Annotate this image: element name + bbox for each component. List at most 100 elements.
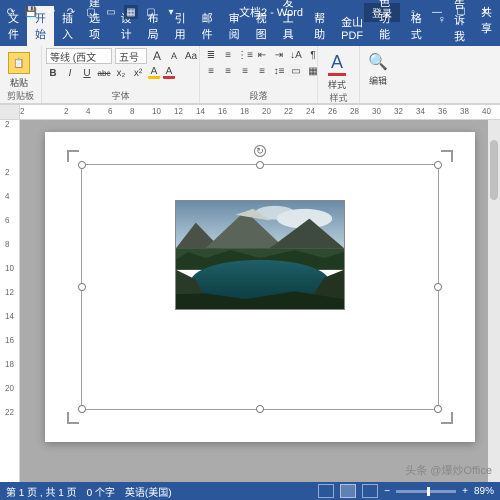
watermark: 头条 @爆炒Office bbox=[405, 462, 492, 478]
undo-icon[interactable]: ↶ bbox=[44, 5, 58, 19]
ribbon: 📋 粘贴 剪贴板 等线 (西文 五号 A A Aa B I U abc bbox=[0, 46, 500, 104]
share-button[interactable]: 共享 bbox=[481, 4, 492, 36]
tab-review[interactable]: 审阅 bbox=[221, 6, 248, 46]
superscript-button[interactable]: x² bbox=[131, 66, 145, 80]
styles-icon: A bbox=[328, 52, 346, 76]
group-editing: 🔍 编辑 bbox=[360, 46, 396, 103]
paste-label: 粘贴 bbox=[10, 76, 28, 89]
group-styles: A 样式 样式 bbox=[318, 46, 360, 103]
align-left-icon[interactable]: ≡ bbox=[204, 64, 218, 78]
zoom-out-icon[interactable]: − bbox=[384, 486, 390, 497]
underline-button[interactable]: U bbox=[80, 66, 94, 80]
print-layout-icon[interactable] bbox=[340, 484, 356, 498]
print-icon[interactable]: ▢ bbox=[144, 5, 158, 19]
save-icon[interactable]: 💾 bbox=[24, 5, 38, 19]
tell-me-icon: ♀ bbox=[438, 14, 446, 26]
word-count[interactable]: 0 个字 bbox=[87, 484, 115, 499]
resize-handle[interactable] bbox=[434, 161, 442, 169]
styles-label: 样式 bbox=[328, 78, 346, 91]
rotate-handle-icon[interactable]: ↻ bbox=[254, 145, 266, 157]
editing-label: 编辑 bbox=[369, 74, 387, 87]
tab-format[interactable]: 格式 bbox=[403, 6, 430, 46]
vertical-scrollbar[interactable] bbox=[488, 120, 500, 482]
align-center-icon[interactable]: ≡ bbox=[221, 64, 235, 78]
scrollbar-thumb[interactable] bbox=[490, 140, 498, 200]
tab-view[interactable]: 视图 bbox=[248, 6, 275, 46]
shading-icon[interactable]: ▭ bbox=[289, 64, 303, 78]
shrink-font-icon[interactable]: A bbox=[167, 49, 181, 63]
margin-corner-icon bbox=[67, 150, 79, 162]
resize-handle[interactable] bbox=[78, 161, 86, 169]
group-font: 等线 (西文 五号 A A Aa B I U abc x₂ x² A A bbox=[42, 46, 200, 103]
margin-corner-icon bbox=[441, 412, 453, 424]
italic-button[interactable]: I bbox=[63, 66, 77, 80]
ribbon-tabs: 文件 开始 插入 新建选项 设计 布局 引用 邮件 审阅 视图 开发工具 帮助 … bbox=[0, 24, 500, 46]
multilevel-icon[interactable]: ⋮≡ bbox=[238, 48, 252, 62]
redo-icon[interactable]: ↷ bbox=[64, 5, 78, 19]
font-group-label: 字体 bbox=[46, 89, 195, 103]
margin-corner-icon bbox=[67, 412, 79, 424]
font-color-icon[interactable]: A bbox=[163, 67, 175, 79]
quick-access-toolbar: ⟳ 💾 ↶ ↷ ▢ ▭ ▦ ▢ ▾ bbox=[4, 5, 178, 19]
tab-help[interactable]: 帮助 bbox=[306, 6, 333, 46]
ruler-vertical[interactable]: 2246810121416182022 bbox=[0, 120, 20, 482]
paste-button[interactable]: 📋 粘贴 bbox=[4, 48, 34, 89]
tab-wps-pdf[interactable]: 金山PDF bbox=[333, 10, 371, 46]
resize-handle[interactable] bbox=[434, 283, 442, 291]
resize-handle[interactable] bbox=[78, 283, 86, 291]
resize-handle[interactable] bbox=[256, 161, 264, 169]
resize-handle[interactable] bbox=[78, 405, 86, 413]
zoom-in-icon[interactable]: + bbox=[462, 486, 468, 497]
font-name-select[interactable]: 等线 (西文 bbox=[46, 48, 112, 64]
editing-group-label bbox=[364, 102, 392, 103]
numbering-icon[interactable]: ≡ bbox=[221, 48, 235, 62]
strike-button[interactable]: abc bbox=[97, 66, 111, 80]
decrease-indent-icon[interactable]: ⇤ bbox=[255, 48, 269, 62]
bold-button[interactable]: B bbox=[46, 66, 60, 80]
sort-icon[interactable]: ↓A bbox=[289, 48, 303, 62]
bullets-icon[interactable]: ≣ bbox=[204, 48, 218, 62]
clipboard-label: 剪贴板 bbox=[4, 89, 37, 103]
page-indicator[interactable]: 第 1 页 , 共 1 页 bbox=[6, 484, 77, 499]
change-case-icon[interactable]: Aa bbox=[184, 49, 198, 63]
align-right-icon[interactable]: ≡ bbox=[238, 64, 252, 78]
page: ↻ bbox=[45, 132, 475, 442]
highlight-color-icon[interactable]: A bbox=[148, 67, 160, 79]
tell-me[interactable]: 告诉我 bbox=[454, 0, 465, 44]
touch-mode-icon[interactable]: ▦ bbox=[124, 5, 138, 19]
grow-font-icon[interactable]: A bbox=[150, 49, 164, 63]
inserted-image[interactable] bbox=[175, 200, 345, 310]
ruler-horizontal[interactable]: 2246810121416182022242628303234363840 bbox=[0, 104, 500, 120]
justify-icon[interactable]: ≡ bbox=[255, 64, 269, 78]
new-icon[interactable]: ▢ bbox=[84, 5, 98, 19]
document-canvas[interactable]: ↻ bbox=[20, 120, 500, 482]
paragraph-group-label: 段落 bbox=[204, 89, 313, 103]
autosave-icon[interactable]: ⟳ bbox=[4, 5, 18, 19]
resize-handle[interactable] bbox=[434, 405, 442, 413]
tab-developer[interactable]: 开发工具 bbox=[275, 0, 307, 46]
status-bar: 第 1 页 , 共 1 页 0 个字 英语(美国) − + 89% bbox=[0, 482, 500, 500]
font-size-select[interactable]: 五号 bbox=[115, 48, 147, 64]
zoom-slider[interactable] bbox=[396, 490, 456, 493]
tab-mailings[interactable]: 邮件 bbox=[194, 6, 221, 46]
open-icon[interactable]: ▭ bbox=[104, 5, 118, 19]
read-mode-icon[interactable] bbox=[318, 484, 334, 498]
editing-button[interactable]: 🔍 编辑 bbox=[364, 48, 392, 87]
find-icon: 🔍 bbox=[368, 52, 388, 72]
tab-special[interactable]: 特色功能 bbox=[371, 0, 403, 46]
group-clipboard: 📋 粘贴 剪贴板 bbox=[0, 46, 42, 103]
language-indicator[interactable]: 英语(美国) bbox=[125, 484, 172, 499]
subscript-button[interactable]: x₂ bbox=[114, 66, 128, 80]
styles-group-label: 样式 bbox=[322, 91, 355, 105]
web-layout-icon[interactable] bbox=[362, 484, 378, 498]
group-paragraph: ≣ ≡ ⋮≡ ⇤ ⇥ ↓A ¶ ≡ ≡ ≡ ≡ ↕≡ ▭ ▦ bbox=[200, 46, 318, 103]
zoom-level[interactable]: 89% bbox=[474, 486, 494, 497]
resize-handle[interactable] bbox=[256, 405, 264, 413]
paste-icon: 📋 bbox=[8, 52, 30, 74]
margin-corner-icon bbox=[441, 150, 453, 162]
qat-dropdown-icon[interactable]: ▾ bbox=[164, 5, 178, 19]
styles-button[interactable]: A 样式 bbox=[322, 48, 352, 91]
line-spacing-icon[interactable]: ↕≡ bbox=[272, 64, 286, 78]
increase-indent-icon[interactable]: ⇥ bbox=[272, 48, 286, 62]
work-area: 2246810121416182022 ↻ bbox=[0, 120, 500, 482]
